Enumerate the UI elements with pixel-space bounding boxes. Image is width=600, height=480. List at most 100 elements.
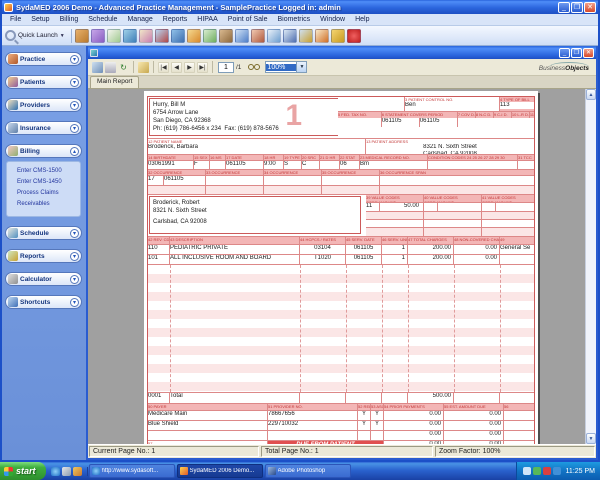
zoom-dropdown-arrow-icon[interactable]: ▼ [296,62,306,72]
menu-item[interactable]: Point of Sale [223,16,273,23]
zoom-select[interactable]: 100% ▼ [265,61,307,73]
charts-icon[interactable] [299,29,313,43]
report-minimize-button[interactable]: _ [559,48,570,58]
media-player-icon[interactable] [73,467,82,476]
services-header-row: 42 REV. CD. 43 DESCRIPTION 44 HCPCS / RA… [148,237,534,245]
statements-icon[interactable] [107,29,121,43]
quick-launch-dropdown-arrow-icon[interactable]: ▼ [60,33,65,39]
close-button[interactable]: ✕ [584,2,596,13]
sidebar-item-shortcuts[interactable]: Shortcuts ▾ [5,295,82,309]
billing-submenu-link[interactable]: Receivables [17,201,80,207]
zoom-value: 100% [266,64,296,71]
goto-page-input[interactable]: 1 [218,62,234,73]
sidebar-item-billing[interactable]: Billing ▴ [5,144,82,158]
patient-address-field: 13 PATIENT ADDRESS 8321 N. Sixth Street … [366,139,534,154]
chevron-down-icon[interactable]: ▾ [70,298,79,307]
front-desk-icon[interactable] [155,29,169,43]
network-icon[interactable] [553,467,561,475]
prev-page-icon[interactable]: ◀ [171,62,182,73]
menu-item[interactable]: Setup [26,16,54,23]
monitor-report-icon[interactable] [315,29,329,43]
find-patient-icon[interactable] [123,29,137,43]
sidebar-item-schedule[interactable]: Schedule ▾ [5,226,82,240]
main-row: Practice ▾ Patients ▾ Providers ▾ Insura… [2,46,598,460]
toggle-group-tree-icon[interactable] [138,62,149,73]
sidebar-item-providers[interactable]: Providers ▾ [5,98,82,112]
security-lock-icon[interactable] [331,29,345,43]
report-close-button[interactable]: ✕ [583,48,594,58]
chevron-down-icon[interactable]: ▾ [70,78,79,87]
quick-launch-button[interactable]: Quick Launch [18,32,58,39]
menu-item[interactable]: Reports [158,16,193,23]
report-designer-icon[interactable] [283,29,297,43]
service-lines-empty-area [148,265,534,393]
menu-item[interactable]: Biometrics [272,16,315,23]
title-bar: SydaMED 2006 Demo - Advanced Practice Ma… [2,0,598,14]
show-desktop-icon[interactable] [62,467,71,476]
scroll-down-icon[interactable]: ▼ [586,433,596,444]
minimize-button[interactable]: _ [558,2,570,13]
internet-explorer-icon[interactable] [51,467,60,476]
chevron-up-icon[interactable]: ▴ [70,147,79,156]
tab-main-report[interactable]: Main Report [90,76,139,88]
antivirus-shield-icon[interactable] [533,467,541,475]
scroll-up-icon[interactable]: ▲ [586,89,596,100]
next-page-icon[interactable]: ▶ [184,62,195,73]
taskbar: start http://www.sydasoft... SydaMED 200… [0,462,600,480]
start-button[interactable]: start [0,462,46,480]
report-window: _ ❐ ✕ ↻ |◀ ◀ ▶ ▶| 1 /1 [86,46,598,460]
report-maximize-button[interactable]: ❐ [571,48,582,58]
vertical-scrollbar[interactable]: ▲ ▼ [585,89,596,444]
menu-item[interactable]: Help [350,16,374,23]
chevron-down-icon[interactable]: ▾ [70,229,79,238]
sidebar-item-reports[interactable]: Reports ▾ [5,249,82,263]
report-scheduler-icon[interactable] [267,29,281,43]
icd-codes-icon[interactable] [91,29,105,43]
chevron-down-icon[interactable]: ▾ [70,124,79,133]
billing-submenu-link[interactable]: Process Claims [17,190,80,196]
practice-icon [8,54,18,64]
sidebar-item-practice[interactable]: Practice ▾ [5,52,82,66]
chevron-down-icon[interactable]: ▾ [70,252,79,261]
payments-icon[interactable] [187,29,201,43]
volume-icon[interactable] [523,467,531,475]
operator-icon[interactable] [251,29,265,43]
billing-submenu-link[interactable]: Enter CMS-1500 [17,168,80,174]
last-page-icon[interactable]: ▶| [197,62,208,73]
chevron-down-icon[interactable]: ▾ [70,101,79,110]
cpt-codes-icon[interactable] [75,29,89,43]
status-zoom-factor: Zoom Factor: 100% [435,446,595,457]
chevron-down-icon[interactable]: ▾ [70,275,79,284]
refresh-icon[interactable]: ↻ [118,62,129,73]
sidebar-item-insurance[interactable]: Insurance ▾ [5,121,82,135]
status-total-pages: Total Page No.: 1 [261,446,433,457]
menu-item[interactable]: Schedule [83,16,122,23]
menu-item[interactable]: Manage [122,16,157,23]
menu-item[interactable]: Window [315,16,350,23]
statement-through-field: 061105 [420,118,458,127]
task-button-photoshop[interactable]: Adobe Photoshop [265,464,351,478]
maximize-button[interactable]: ❐ [571,2,583,13]
sidebar-item-calculator[interactable]: Calculator ▾ [5,272,82,286]
billing-submenu-link[interactable]: Enter CMS-1450 [17,179,80,185]
task-button-sydamed[interactable]: SydaMED 2006 Demo... [177,464,263,478]
menu-item[interactable]: File [5,16,26,23]
provider-name: Hurry, Bill M [153,101,338,109]
sidebar-item-patients[interactable]: Patients ▾ [5,75,82,89]
help-icon[interactable] [347,29,361,43]
superbill-icon[interactable] [219,29,233,43]
search-icon[interactable] [248,63,260,71]
task-button-browser[interactable]: http://www.sydasoft... [89,464,175,478]
menu-item[interactable]: Billing [55,16,84,23]
menu-item[interactable]: HIPAA [192,16,223,23]
export-icon[interactable] [92,62,103,73]
first-page-icon[interactable]: |◀ [158,62,169,73]
web-portal-icon[interactable] [171,29,185,43]
alert-icon[interactable] [543,467,551,475]
type-of-bill-field: 4 TYPE OF BILL 113 [500,97,534,111]
claims-grid-icon[interactable] [203,29,217,43]
print-icon[interactable] [105,62,116,73]
chevron-down-icon[interactable]: ▾ [70,55,79,64]
patient-record-icon[interactable] [139,29,153,43]
workstation-icon[interactable] [235,29,249,43]
